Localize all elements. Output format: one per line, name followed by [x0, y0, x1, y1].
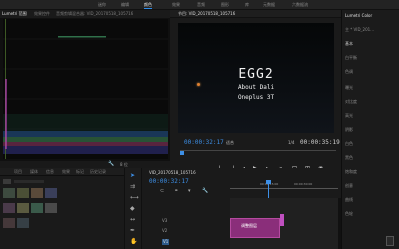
tab-history[interactable]: 历史记录 [90, 170, 106, 174]
selection-tool-icon[interactable]: ➤ [130, 172, 135, 179]
tab-effect-controls[interactable]: 效果控件 [34, 12, 50, 16]
project-tabs: 项目 媒体 信息 效果 标记 历史记录 [0, 168, 124, 176]
tab-effects[interactable]: 效果 [62, 170, 70, 174]
folder-icon[interactable] [3, 179, 11, 184]
tab-audio-mixer[interactable]: 音频剪辑混合器: VID_20170518_105716 [56, 12, 133, 16]
tools-panel: ➤ ⇉ ⟷ ◆ ↔ ✒ ✋ [124, 168, 142, 249]
program-monitor-title[interactable]: 节目: VID_20170518_105716 [178, 12, 235, 16]
scopes-footer: 🔧 8 位 [0, 161, 170, 168]
workspace-tab-3[interactable]: 效果 [172, 3, 180, 7]
media-thumbnail[interactable] [31, 203, 43, 213]
lumetri-row-12[interactable]: 曲线 [345, 198, 353, 202]
ruler-label-1: 00:00:30:00 [294, 182, 313, 186]
hand-icon[interactable]: ✋ [130, 238, 137, 245]
resolution-select[interactable]: 1/4 [288, 141, 294, 145]
lumetri-row-11[interactable]: 创意 [345, 184, 353, 188]
lumetri-row-7[interactable]: 阴影 [345, 128, 353, 132]
workspace-tab-4[interactable]: 音频 [197, 3, 205, 7]
razor-icon[interactable]: ◆ [130, 205, 135, 212]
scopes-panel-header: Lumetri 范围 效果控件 音频剪辑混合器: VID_20170518_10… [0, 10, 170, 18]
lumetri-row-10[interactable]: 饱和度 [345, 170, 357, 174]
media-thumbnail[interactable] [3, 218, 15, 228]
timeline-panel: VID_20170518_105716 00:00:32:17 ⊂ ⚭ ▾ 🔧 … [142, 168, 341, 249]
lumetri-row-13[interactable]: 色轮 [345, 212, 353, 216]
lumetri-row-2[interactable]: 白平衡 [345, 56, 357, 60]
lumetri-row-1[interactable]: 基本 [345, 42, 353, 46]
track-label-v2[interactable]: V2 [162, 229, 167, 233]
media-thumbnail[interactable] [3, 188, 15, 198]
media-thumbnail[interactable] [31, 188, 43, 198]
video-subtitle-1: About Dali [237, 84, 275, 91]
workspace-bar: 迷你 编辑 颜色 效果 音频 图形 库 元数据 六数据流 [0, 0, 399, 10]
linked-selection-icon[interactable]: ⚭ [174, 189, 178, 194]
search-input[interactable] [14, 180, 44, 183]
scope-format-select[interactable]: 8 位 [120, 163, 128, 167]
wrench-icon[interactable]: 🔧 [108, 162, 114, 167]
playhead-bar[interactable] [180, 150, 336, 151]
scroll-thumb[interactable] [386, 236, 394, 246]
current-timecode[interactable]: 00:00:32:17 [184, 140, 224, 146]
video-subtitle-2: Oneplus 3T [237, 94, 275, 101]
time-ruler[interactable] [230, 188, 338, 189]
lumetri-row-4[interactable]: 曝光 [345, 86, 353, 90]
zoom-select[interactable]: 适合 [226, 141, 234, 145]
media-thumbnail[interactable] [45, 188, 57, 198]
workspace-tab-0[interactable]: 迷你 [98, 3, 106, 7]
lumetri-row-5[interactable]: 对比度 [345, 100, 357, 104]
tab-media[interactable]: 媒体 [30, 170, 38, 174]
program-video-frame[interactable]: EGG2 About Dali Oneplus 3T [178, 23, 334, 133]
media-thumbnail[interactable] [17, 203, 29, 213]
video-title: EGG2 [238, 67, 274, 82]
clip-edge[interactable] [280, 214, 284, 226]
lumetri-row-3[interactable]: 色调 [345, 70, 353, 74]
workspace-tab-8[interactable]: 六数据流 [292, 3, 308, 7]
lumetri-title[interactable]: Lumetri Color [345, 14, 372, 18]
tab-lumetri-scopes[interactable]: Lumetri 范围 [2, 12, 27, 16]
tab-markers[interactable]: 标记 [76, 170, 84, 174]
tab-info[interactable]: 信息 [46, 170, 54, 174]
lumetri-row-6[interactable]: 高光 [345, 114, 353, 118]
project-panel: 项目 媒体 信息 效果 标记 历史记录 [0, 168, 124, 249]
slip-tool-icon[interactable]: ↔ [130, 216, 135, 223]
track-label-v3[interactable]: V3 [162, 219, 167, 223]
program-monitor: 节目: VID_20170518_105716 EGG2 About Dali … [170, 10, 341, 172]
ripple-edit-icon[interactable]: ⟷ [130, 194, 139, 201]
playhead-marker[interactable] [266, 180, 271, 184]
tab-project[interactable]: 项目 [14, 170, 22, 174]
light-spot [197, 83, 200, 86]
adjustment-layer-clip[interactable]: 调整图层 [230, 218, 280, 238]
program-monitor-header: 节目: VID_20170518_105716 [170, 10, 341, 18]
media-thumbnail[interactable] [3, 203, 15, 213]
marker-icon[interactable]: ▾ [188, 189, 191, 194]
wrench-icon[interactable]: 🔧 [202, 189, 208, 194]
playhead-handle[interactable] [180, 151, 184, 155]
pen-icon[interactable]: ✒ [130, 227, 135, 234]
workspace-tab-1[interactable]: 编辑 [121, 3, 129, 7]
lumetri-row-0[interactable]: 主 * VID_201... [345, 28, 374, 32]
lumetri-scopes-panel: Lumetri 范围 效果控件 音频剪辑混合器: VID_20170518_10… [0, 10, 170, 168]
lumetri-row-8[interactable]: 白色 [345, 142, 353, 146]
lumetri-row-9[interactable]: 黑色 [345, 156, 353, 160]
workspace-tab-7[interactable]: 元数据 [263, 3, 275, 7]
waveform-graph [3, 19, 168, 159]
media-thumbnail[interactable] [17, 218, 29, 228]
workspace-tab-2[interactable]: 颜色 [144, 3, 152, 9]
clip-label: 调整图层 [241, 223, 257, 228]
waveform-scope [3, 19, 168, 159]
timeline-timecode[interactable]: 00:00:32:17 [149, 179, 189, 185]
timeline-tab[interactable]: VID_20170518_105716 [149, 171, 196, 175]
program-controls: 00:00:32:17 适合 1/4 00:00:35:19 ❘ ❘ ◂ ▶ ▸… [170, 128, 341, 172]
media-thumbnail[interactable] [17, 188, 29, 198]
track-label-v1[interactable]: V1 [162, 239, 170, 245]
duration-timecode: 00:00:35:19 [300, 139, 340, 146]
media-thumbnail[interactable] [45, 203, 57, 213]
timeline-scrollbar[interactable] [338, 198, 341, 249]
workspace-tab-6[interactable]: 库 [245, 3, 249, 7]
track-area[interactable]: 调整图层 [230, 198, 338, 249]
snap-icon[interactable]: ⊂ [160, 189, 164, 194]
workspace-tab-5[interactable]: 图形 [221, 3, 229, 7]
track-select-icon[interactable]: ⇉ [130, 183, 135, 190]
lumetri-color-panel: Lumetri Color 主 * VID_201... 基本 白平衡 色调 曝… [341, 10, 399, 249]
